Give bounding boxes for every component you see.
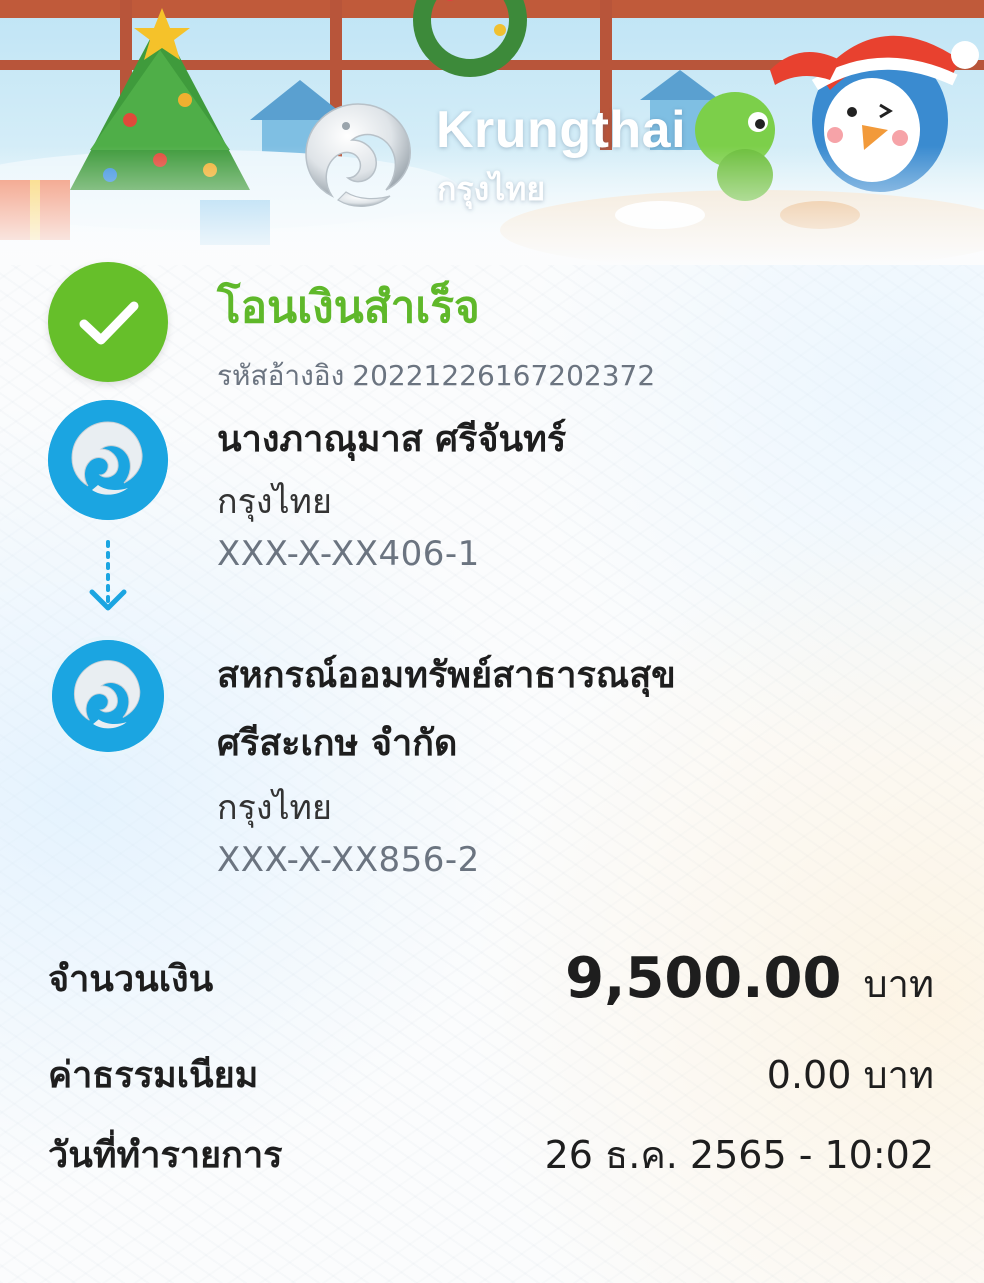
amount-label: จำนวนเงิน: [48, 959, 214, 1000]
transfer-status-title: โอนเงินสำเร็จ: [217, 282, 480, 333]
receiver-bank-icon: [52, 640, 164, 752]
krungthai-bird-logo-icon: [298, 96, 418, 216]
amount-value: 9,500.00: [565, 946, 842, 1011]
reference-label: รหัสอ้างอิง: [217, 359, 345, 392]
reference-code: 20221226167202372: [352, 359, 656, 392]
receiver-name-line2: ศรีสะเกษ จำกัด: [217, 723, 458, 764]
sender-account-number: XXX-X-XX406-1: [217, 534, 480, 574]
sender-bank-icon: [48, 400, 168, 520]
dotted-arrow-down-icon: [86, 540, 130, 616]
receiver-bank-name: กรุงไทย: [217, 788, 332, 828]
fee-value: 0.00 บาท: [766, 1053, 934, 1097]
brand-name-thai: กรุงไทย: [437, 170, 546, 208]
receiver-name-line1: สหกรณ์ออมทรัพย์สาธารณสุข: [217, 655, 676, 696]
fee-label: ค่าธรรมเนียม: [48, 1055, 259, 1096]
check-icon: [48, 262, 168, 382]
header-banner: Krungthai กรุงไทย: [0, 0, 984, 265]
transaction-date-value: 26 ธ.ค. 2565 - 10:02: [544, 1133, 934, 1177]
receiver-account-number: XXX-X-XX856-2: [217, 840, 480, 880]
sender-bank-name: กรุงไทย: [217, 482, 332, 522]
transaction-date-label: วันที่ทำรายการ: [48, 1135, 283, 1176]
sender-name: นางภาณุมาส ศรีจันทร์: [217, 419, 567, 460]
reference-number: รหัสอ้างอิง 20221226167202372: [217, 354, 655, 398]
amount-unit: บาท: [863, 962, 934, 1006]
brand-name-english: Krungthai: [436, 101, 687, 159]
amount-value-row: 9,500.00 บาท: [565, 946, 934, 1014]
